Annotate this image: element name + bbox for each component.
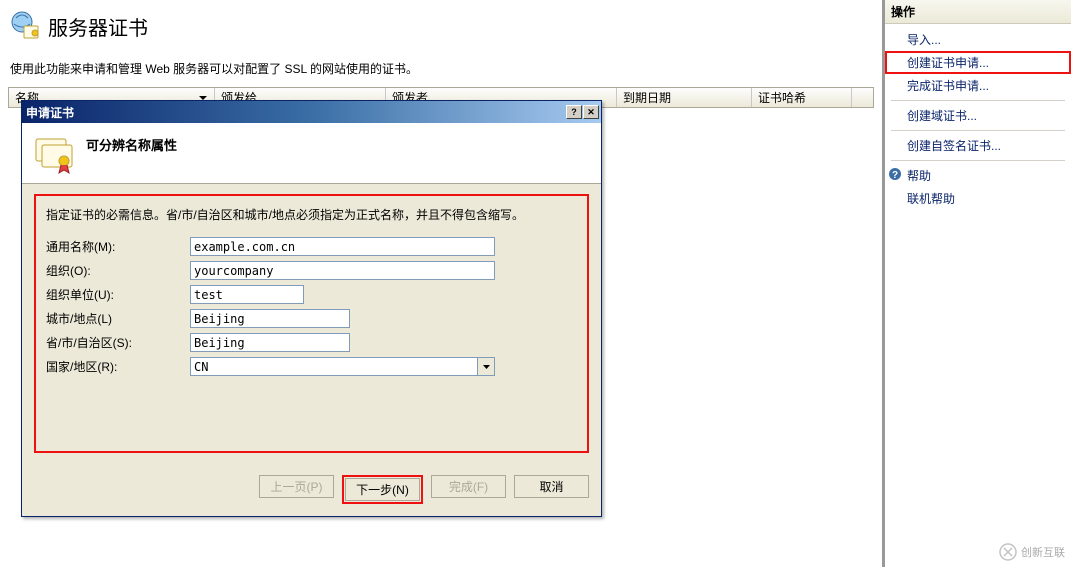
action-online-help[interactable]: 联机帮助 [885, 187, 1071, 210]
action-create-request[interactable]: 创建证书申请... [885, 51, 1071, 74]
column-label: 证书哈希 [758, 89, 806, 106]
action-label: 帮助 [907, 169, 931, 183]
select-country[interactable] [190, 357, 495, 376]
input-organization[interactable] [190, 261, 495, 280]
column-header-expires[interactable]: 到期日期 [617, 88, 752, 107]
actions-list: 导入... 创建证书申请... 完成证书申请... 创建域证书... 创建自签名… [885, 24, 1071, 214]
form-section: 指定证书的必需信息。省/市/自治区和城市/地点必须指定为正式名称，并且不得包含缩… [34, 194, 589, 453]
watermark: 创新互联 [999, 543, 1065, 561]
page-title: 服务器证书 [48, 12, 148, 41]
input-city[interactable] [190, 309, 350, 328]
help-icon: ? [888, 167, 902, 181]
form-instruction: 指定证书的必需信息。省/市/自治区和城市/地点必须指定为正式名称，并且不得包含缩… [46, 206, 577, 223]
label-state: 省/市/自治区(S): [46, 334, 190, 351]
separator [891, 130, 1065, 131]
server-certificate-icon [8, 10, 40, 42]
dialog-button-row: 上一页(P) 下一步(N) 完成(F) 取消 [22, 453, 601, 516]
watermark-icon [999, 543, 1017, 561]
dialog-title: 申请证书 [26, 104, 74, 121]
next-button[interactable]: 下一步(N) [345, 478, 420, 501]
actions-pane-title: 操作 [885, 0, 1071, 24]
action-create-domain[interactable]: 创建域证书... [885, 104, 1071, 127]
separator [891, 160, 1065, 161]
help-button[interactable]: ? [566, 105, 582, 119]
select-country-value[interactable] [190, 357, 478, 376]
action-import[interactable]: 导入... [885, 28, 1071, 51]
label-city: 城市/地点(L) [46, 310, 190, 327]
svg-text:?: ? [892, 170, 898, 181]
prev-button: 上一页(P) [259, 475, 334, 498]
input-common-name[interactable] [190, 237, 495, 256]
dropdown-arrow-icon[interactable] [478, 357, 495, 376]
titlebar-buttons: ? ✕ [566, 105, 599, 119]
page-header: 服务器证书 [0, 0, 882, 60]
dialog-subtitle: 可分辨名称属性 [86, 133, 177, 175]
label-common-name: 通用名称(M): [46, 238, 190, 255]
action-create-selfsigned[interactable]: 创建自签名证书... [885, 134, 1071, 157]
close-button[interactable]: ✕ [583, 105, 599, 119]
action-complete-request[interactable]: 完成证书申请... [885, 74, 1071, 97]
input-org-unit[interactable] [190, 285, 304, 304]
next-button-highlight: 下一步(N) [342, 475, 423, 504]
action-help[interactable]: ? 帮助 [885, 164, 1071, 187]
column-label: 到期日期 [623, 89, 671, 106]
label-organization: 组织(O): [46, 262, 190, 279]
request-certificate-dialog: 申请证书 ? ✕ 可分辨名称属性 指定证书的必需信息。省/市/自治区和城市/地点… [21, 100, 602, 517]
separator [891, 100, 1065, 101]
page-description: 使用此功能来申请和管理 Web 服务器可以对配置了 SSL 的网站使用的证书。 [0, 60, 882, 87]
label-country: 国家/地区(R): [46, 358, 190, 375]
label-org-unit: 组织单位(U): [46, 286, 190, 303]
dialog-titlebar[interactable]: 申请证书 ? ✕ [22, 101, 601, 123]
actions-pane: 操作 导入... 创建证书申请... 完成证书申请... 创建域证书... 创建… [882, 0, 1071, 567]
column-header-hash[interactable]: 证书哈希 [752, 88, 852, 107]
main-content-area: 服务器证书 使用此功能来申请和管理 Web 服务器可以对配置了 SSL 的网站使… [0, 0, 882, 567]
input-state[interactable] [190, 333, 350, 352]
certificate-stack-icon [34, 133, 76, 175]
finish-button: 完成(F) [431, 475, 506, 498]
cancel-button[interactable]: 取消 [514, 475, 589, 498]
dialog-header-area: 可分辨名称属性 [22, 123, 601, 184]
